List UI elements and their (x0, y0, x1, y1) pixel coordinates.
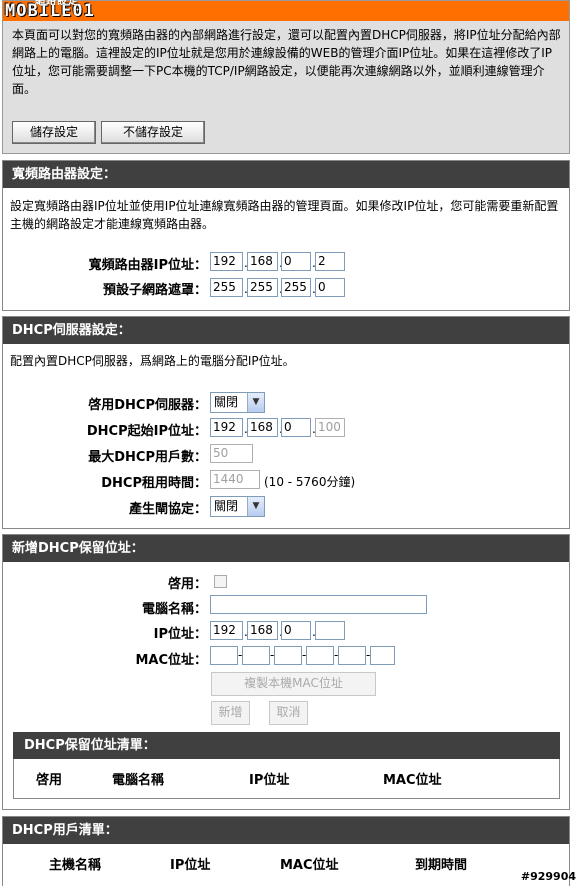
watermark: #929904 (520, 870, 576, 883)
dhcp-client-list-title: DHCP用戶清單： (3, 817, 569, 844)
col-computer-name: 電腦名稱 (112, 773, 165, 788)
router-settings-desc: 設定寬頻路由器IP位址並使用IP位址連線寬頻路由器的管理頁面。如果修改IP位址，… (10, 199, 559, 231)
intro-text: 本頁面可以對您的寬頻路由器的內部網路進行設定，還可以配置內置DHCP伺服器，將I… (12, 28, 561, 96)
mobile01-logo: MOBILE01 網路設定 (5, 0, 95, 21)
reservation-ip-label: IP位址： (153, 627, 207, 642)
router-settings-title: 寬頻路由器設定： (3, 161, 569, 188)
gateway-protocol-select[interactable]: 關閉 ▼ (210, 496, 265, 517)
dhcp-start-ip-octet-2[interactable]: 168 (247, 418, 278, 437)
reservation-ip-octet-4[interactable] (315, 621, 345, 640)
dhcp-enable-select[interactable]: 關閉 ▼ (210, 392, 265, 413)
reservation-list-title: DHCP保留位址清單： (13, 732, 560, 759)
dhcp-enable-label: 啓用DHCP伺服器： (88, 398, 207, 413)
intro-panel: MOBILE01 網路設定 本頁面可以對您的寬頻路由器的內部網路進行設定，還可以配… (2, 0, 570, 154)
computer-name-label: 電腦名稱： (141, 602, 207, 617)
reservation-ip-octet-1[interactable]: 192 (210, 621, 243, 640)
subnet-mask-octet-4[interactable]: 0 (315, 278, 345, 297)
save-button[interactable]: 儲存設定 (12, 121, 96, 144)
dhcp-reservation-section: 新增DHCP保留位址： 啓用： 電腦名稱： IP位址： 192 . 168 . … (2, 534, 570, 810)
col-enable: 啓用 (36, 773, 63, 788)
dhcp-client-list-section: DHCP用戶清單： 主機名稱 IP位址 MAC位址 到期時間 (2, 816, 570, 886)
dhcp-max-users-input[interactable]: 50 (210, 444, 253, 463)
no-save-button[interactable]: 不儲存設定 (101, 121, 205, 144)
subnet-mask-label: 預設子網路遮罩： (102, 283, 207, 298)
mac-octet-4[interactable] (306, 646, 334, 665)
mac-octet-2[interactable] (242, 646, 270, 665)
chevron-down-icon[interactable]: ▼ (247, 393, 264, 412)
dhcp-server-desc: 配置內置DHCP伺服器，爲網路上的電腦分配IP位址。 (10, 354, 295, 368)
reservation-enable-label: 啓用： (167, 577, 207, 592)
dhcp-server-section: DHCP伺服器設定： 配置內置DHCP伺服器，爲網路上的電腦分配IP位址。 啓用… (2, 316, 570, 529)
mac-octet-1[interactable] (210, 646, 238, 665)
dhcp-server-title: DHCP伺服器設定： (3, 317, 569, 344)
router-ip-octet-3[interactable]: 0 (281, 252, 311, 271)
add-reservation-button[interactable]: 新增 (211, 701, 250, 725)
col-ip-address: IP位址 (249, 773, 290, 788)
router-ip-octet-1[interactable]: 192 (210, 252, 243, 271)
col-mac-address: MAC位址 (383, 773, 442, 788)
mac-octet-5[interactable] (338, 646, 366, 665)
gateway-protocol-label: 產生閘協定： (128, 502, 207, 517)
chevron-down-icon[interactable]: ▼ (247, 497, 264, 516)
col-expiry-time: 到期時間 (415, 858, 468, 873)
subnet-mask-octet-2[interactable]: 255 (247, 278, 278, 297)
cancel-reservation-button[interactable]: 取消 (269, 701, 308, 725)
dhcp-start-ip-octet-3[interactable]: 0 (281, 418, 311, 437)
router-ip-octet-4[interactable]: 2 (315, 252, 345, 271)
dhcp-lease-hint: (10 - 5760分鐘) (264, 475, 356, 489)
router-ip-label: 寬頻路由器IP位址： (88, 258, 207, 273)
mac-octet-6[interactable] (370, 646, 395, 665)
col-client-mac: MAC位址 (280, 858, 339, 873)
router-ip-octet-2[interactable]: 168 (247, 252, 278, 271)
reservation-ip-octet-2[interactable]: 168 (247, 621, 278, 640)
dhcp-start-ip-label: DHCP起始IP位址： (86, 424, 207, 439)
dhcp-start-ip-octet-4[interactable]: 100 (315, 418, 345, 437)
reservation-enable-checkbox[interactable] (214, 575, 227, 588)
dhcp-max-users-label: 最大DHCP用戶數： (88, 450, 207, 465)
title-banner: MOBILE01 網路設定 (3, 0, 569, 21)
col-host-name: 主機名稱 (49, 858, 102, 873)
col-client-ip: IP位址 (170, 858, 211, 873)
reservation-ip-octet-3[interactable]: 0 (281, 621, 311, 640)
dhcp-lease-label: DHCP租用時間： (101, 476, 207, 491)
dhcp-reservation-title: 新增DHCP保留位址： (3, 535, 569, 562)
dhcp-start-ip-octet-1[interactable]: 192 (210, 418, 243, 437)
reservation-list-table: 啓用 電腦名稱 IP位址 MAC位址 (13, 759, 560, 799)
subnet-mask-octet-3[interactable]: 255 (281, 278, 311, 297)
mac-octet-3[interactable] (274, 646, 302, 665)
mac-address-label: MAC位址： (135, 653, 207, 668)
computer-name-input[interactable] (210, 595, 427, 614)
clone-mac-button[interactable]: 複製本機MAC位址 (211, 672, 376, 696)
subnet-mask-octet-1[interactable]: 255 (210, 278, 243, 297)
dhcp-lease-input[interactable]: 1440 (210, 470, 260, 489)
router-settings-section: 寬頻路由器設定： 設定寬頻路由器IP位址並使用IP位址連線寬頻路由器的管理頁面。… (2, 160, 570, 311)
